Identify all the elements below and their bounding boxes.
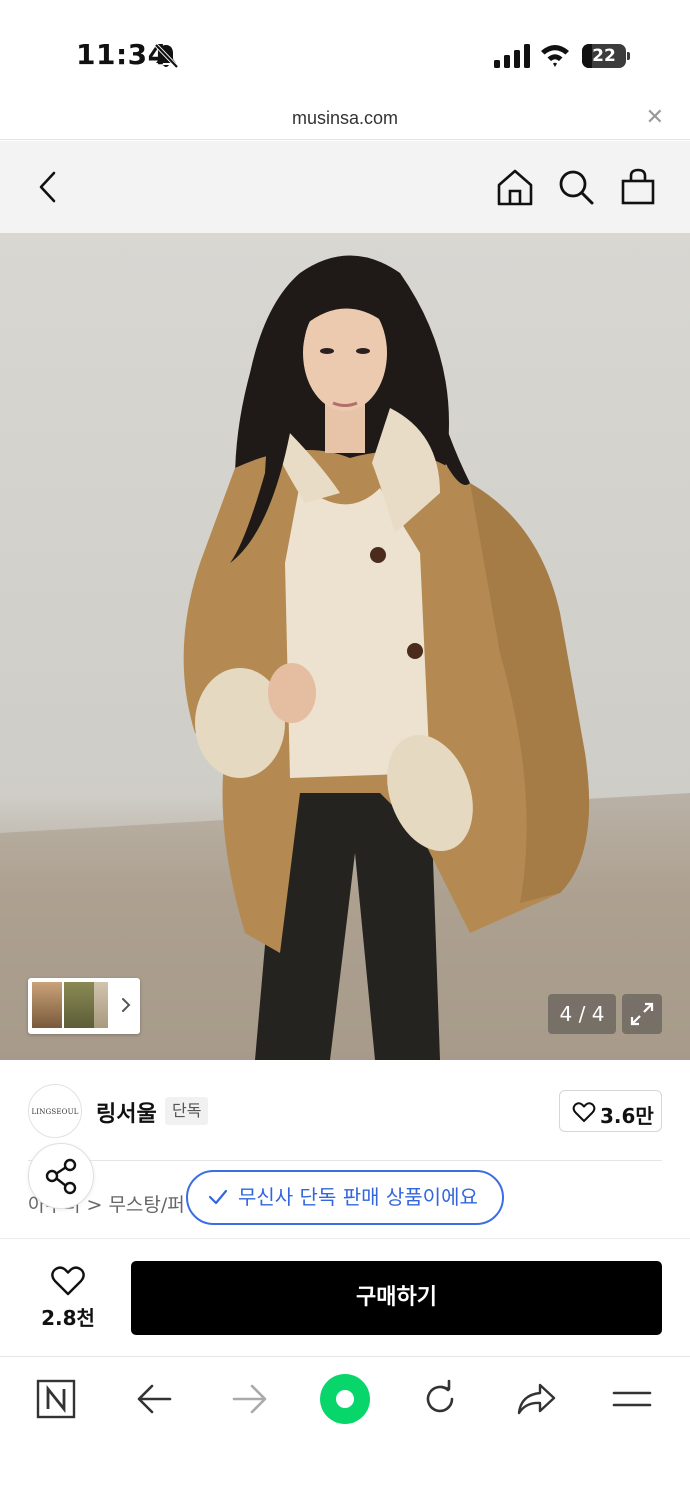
product-image[interactable]: 4 / 4 [0,233,690,1060]
brand-name[interactable]: 링서울 [96,1096,157,1128]
home-icon[interactable] [493,165,537,209]
back-arrow-icon[interactable] [132,1377,176,1421]
close-icon[interactable]: ✕ [646,106,664,130]
heart-icon [572,1102,596,1122]
brand-logo[interactable]: LINGSEOUL [28,1084,82,1138]
purchase-bar: 2.8천 구매하기 [0,1238,690,1356]
app-header [0,141,690,233]
url-bar[interactable]: musinsa.com ✕ [0,100,690,140]
thumbnail-strip[interactable] [28,978,140,1034]
model-photo [0,255,690,1060]
chevron-right-icon[interactable] [120,996,132,1014]
battery-indicator: 22 [582,44,630,68]
share-arrow-icon[interactable] [514,1377,558,1421]
thumbnail-image[interactable] [32,982,62,1028]
back-icon[interactable] [26,165,70,209]
green-circle-icon[interactable] [320,1374,370,1424]
status-bar: 11:34 22 [0,0,690,100]
brand-like-button[interactable]: 3.6만 [559,1090,662,1132]
buy-button[interactable]: 구매하기 [131,1261,662,1335]
thumbnail-image[interactable] [94,982,108,1028]
menu-icon[interactable] [610,1377,654,1421]
naver-n-icon[interactable] [34,1377,78,1421]
bell-muted-icon [154,43,179,69]
shopping-bag-icon[interactable] [616,165,660,209]
battery-level-fill [582,44,592,68]
exclusive-toast: 무신사 단독 판매 상품이에요 [186,1170,504,1225]
reload-icon[interactable] [418,1377,462,1421]
wishlist-count: 2.8천 [41,1306,95,1330]
brand-like-count: 3.6만 [600,1104,654,1128]
thumbnail-image[interactable] [64,982,94,1028]
wifi-icon [541,45,569,67]
cellular-signal-icon [494,44,530,68]
divider [28,1160,662,1161]
wishlist-heart-icon[interactable] [50,1265,86,1297]
toast-text: 무신사 단독 판매 상품이에요 [238,1185,478,1209]
battery-level: 22 [592,46,616,66]
exclusive-badge: 단독 [165,1097,209,1125]
share-icon [45,1158,77,1195]
check-icon [208,1189,228,1205]
share-button[interactable] [28,1143,94,1209]
forward-arrow-icon[interactable] [228,1377,272,1421]
browser-toolbar [0,1356,690,1500]
search-icon[interactable] [554,165,598,209]
image-counter: 4 / 4 [548,994,616,1034]
url-text[interactable]: musinsa.com [0,108,690,129]
expand-icon[interactable] [622,994,662,1034]
